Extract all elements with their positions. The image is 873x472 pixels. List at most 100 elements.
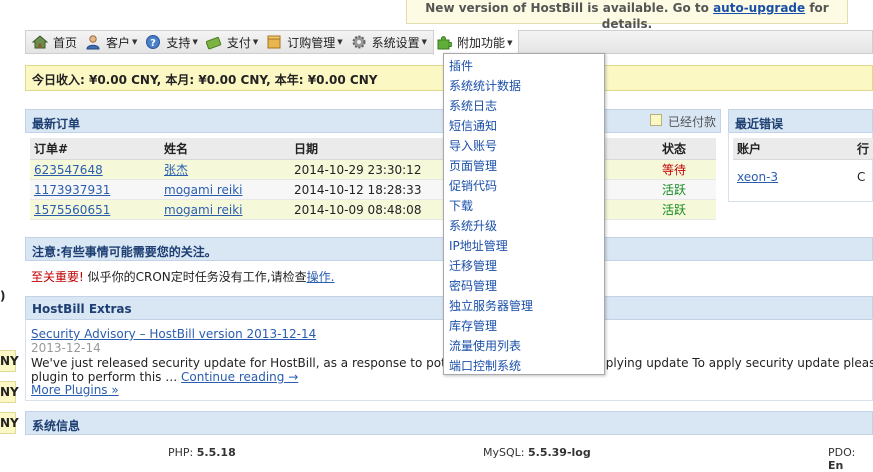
attention-panel-title: 注意:有些事情可能需要您的关注。 bbox=[32, 245, 217, 259]
client-name-link[interactable]: mogami reiki bbox=[164, 183, 243, 197]
left-fragment-cny-2: NY bbox=[0, 381, 19, 403]
errors-panel-title: 最近错误 bbox=[735, 117, 784, 131]
order-status: 等待 bbox=[658, 159, 716, 180]
menu-item-downloads[interactable]: 下载 bbox=[444, 196, 604, 216]
cron-check-link[interactable]: 操作. bbox=[307, 270, 335, 284]
pdo-status: PDO: En bbox=[828, 446, 873, 472]
nav-settings-label: 系统设置 bbox=[371, 35, 420, 50]
auto-upgrade-link[interactable]: auto-upgrade bbox=[713, 1, 805, 15]
pdo-value: En bbox=[828, 459, 844, 472]
client-name-link[interactable]: 张杰 bbox=[164, 163, 188, 177]
nav-home[interactable]: 首页 bbox=[30, 30, 83, 54]
menu-item-import-accounts[interactable]: 导入账号 bbox=[444, 136, 604, 156]
continue-reading-link[interactable]: Continue reading → bbox=[181, 370, 298, 384]
error-line-value: C bbox=[856, 170, 866, 184]
puzzle-icon bbox=[436, 35, 453, 51]
nav-addons-label: 附加功能 bbox=[457, 36, 506, 50]
menu-item-inventory[interactable]: 库存管理 bbox=[444, 316, 604, 336]
menu-item-dedicated-servers[interactable]: 独立服务器管理 bbox=[444, 296, 604, 316]
chevron-down-icon: ▼ bbox=[507, 38, 513, 47]
orders-panel-header: 最新订单 bbox=[25, 109, 721, 133]
order-status: 活跃 bbox=[658, 179, 716, 200]
cron-warning: 至关重要! 似乎你的CRON定时任务没有工作,请检查操作. bbox=[31, 268, 334, 285]
column-header-account: 账户 bbox=[733, 138, 853, 160]
menu-item-plugins[interactable]: 插件 bbox=[444, 56, 604, 76]
column-header-name[interactable]: 姓名 bbox=[160, 138, 290, 160]
security-advisory-link[interactable]: Security Advisory – HostBill version 201… bbox=[31, 327, 316, 341]
errors-panel-header: 最近错误 bbox=[728, 109, 873, 133]
order-id-link[interactable]: 1575560651 bbox=[34, 203, 110, 217]
error-account-link[interactable]: xeon-3 bbox=[737, 170, 778, 184]
addons-dropdown-menu: 插件 系统统计数据 系统日志 短信通知 导入账号 页面管理 促销代码 下载 系统… bbox=[443, 53, 605, 375]
php-value: 5.5.18 bbox=[196, 446, 236, 459]
post-excerpt-line1-tail: Applying update To apply security update… bbox=[589, 356, 873, 370]
extras-panel-title: HostBill Extras bbox=[32, 302, 132, 316]
gear-icon bbox=[351, 34, 367, 50]
menu-item-sms-notify[interactable]: 短信通知 bbox=[444, 116, 604, 136]
column-header-status[interactable]: 状态 bbox=[658, 138, 716, 160]
menu-item-password-management[interactable]: 密码管理 bbox=[444, 276, 604, 296]
box-icon bbox=[266, 34, 282, 50]
nav-home-label: 首页 bbox=[53, 35, 78, 50]
table-row: 1173937931 mogami reiki 2014-10-12 18:28… bbox=[30, 179, 716, 200]
post-excerpt-line1: We've just released security update for … bbox=[31, 356, 490, 370]
home-icon bbox=[31, 34, 49, 50]
pdo-label: PDO: bbox=[828, 446, 856, 459]
left-fragment-cny-3: NY bbox=[0, 412, 19, 434]
menu-item-page-management[interactable]: 页面管理 bbox=[444, 156, 604, 176]
user-icon bbox=[85, 34, 101, 50]
php-label: PHP: bbox=[168, 446, 194, 459]
nav-orders-label: 订购管理 bbox=[287, 35, 336, 50]
order-id-link[interactable]: 1173937931 bbox=[34, 183, 110, 197]
nav-support-label: 支持 bbox=[166, 35, 191, 50]
errors-table: 账户 行 xeon-3 C bbox=[733, 138, 873, 190]
order-status: 活跃 bbox=[658, 199, 716, 220]
critical-label: 至关重要! bbox=[31, 270, 84, 284]
help-icon: ? bbox=[145, 34, 161, 50]
menu-item-migration[interactable]: 迁移管理 bbox=[444, 256, 604, 276]
more-plugins-link[interactable]: More Plugins » bbox=[31, 383, 119, 397]
nav-support[interactable]: ? 支持 ▼ bbox=[143, 30, 203, 54]
update-notice-text-before: New version of HostBill is available. Go… bbox=[425, 1, 714, 15]
nav-addons[interactable]: 附加功能 ▼ bbox=[433, 30, 520, 55]
column-header-line: 行 bbox=[852, 138, 873, 160]
svg-text:?: ? bbox=[151, 38, 157, 49]
left-fragment-paren: ) bbox=[0, 289, 6, 303]
nav-payments[interactable]: 支付 ▼ bbox=[204, 30, 264, 54]
client-name-link[interactable]: mogami reiki bbox=[164, 203, 243, 217]
mysql-value: 5.5.39-log bbox=[527, 446, 591, 459]
order-id-link[interactable]: 623547648 bbox=[34, 163, 103, 177]
post-excerpt-line2: plugin to perform this … bbox=[31, 370, 182, 384]
menu-item-system-log[interactable]: 系统日志 bbox=[444, 96, 604, 116]
chevron-down-icon: ▼ bbox=[132, 38, 138, 46]
left-fragment-cny-1: NY bbox=[0, 350, 19, 372]
orders-table: 订单# 姓名 日期 状态 623547648 张杰 2014-10-29 23:… bbox=[30, 138, 716, 220]
menu-item-ip-management[interactable]: IP地址管理 bbox=[444, 236, 604, 256]
menu-item-system-stats[interactable]: 系统统计数据 bbox=[444, 76, 604, 96]
mysql-version: MySQL: 5.5.39-log bbox=[483, 446, 591, 459]
sysinfo-panel-header: 系统信息 bbox=[25, 411, 873, 435]
cron-warning-text: 似乎你的CRON定时任务没有工作,请检查 bbox=[83, 270, 307, 284]
chevron-down-icon: ▼ bbox=[421, 38, 428, 46]
nav-payments-label: 支付 bbox=[226, 35, 251, 50]
chevron-down-icon: ▼ bbox=[252, 38, 259, 46]
nav-clients[interactable]: 客户 ▼ bbox=[83, 30, 143, 54]
php-version: PHP: 5.5.18 bbox=[168, 446, 236, 459]
table-row: 623547648 张杰 2014-10-29 23:30:12 等待 bbox=[30, 159, 716, 180]
nav-clients-label: 客户 bbox=[106, 35, 131, 50]
mysql-label: MySQL: bbox=[483, 446, 525, 459]
column-header-order-id[interactable]: 订单# bbox=[30, 138, 160, 160]
table-row: 1575560651 mogami reiki 2014-10-09 08:48… bbox=[30, 199, 716, 220]
nav-settings[interactable]: 系统设置 ▼ bbox=[349, 30, 433, 54]
menu-item-promo-codes[interactable]: 促销代码 bbox=[444, 176, 604, 196]
orders-panel-title: 最新订单 bbox=[32, 117, 81, 131]
update-notice: New version of HostBill is available. Go… bbox=[406, 0, 848, 31]
menu-item-system-upgrade[interactable]: 系统升级 bbox=[444, 216, 604, 236]
menu-item-bandwidth-usage[interactable]: 流量使用列表 bbox=[444, 336, 604, 356]
menu-item-port-control[interactable]: 端口控制系统 bbox=[444, 356, 604, 376]
main-nav: 首页 客户 ▼ ? 支持 ▼ 支付 ▼ 订购管理 ▼ 系统设置 ▼ 附加功能 ▼ bbox=[25, 30, 873, 55]
nav-orders[interactable]: 订购管理 ▼ bbox=[264, 30, 348, 54]
payment-icon bbox=[205, 34, 222, 50]
sysinfo-panel-title: 系统信息 bbox=[32, 419, 81, 433]
post-date: 2013-12-14 bbox=[31, 341, 101, 355]
